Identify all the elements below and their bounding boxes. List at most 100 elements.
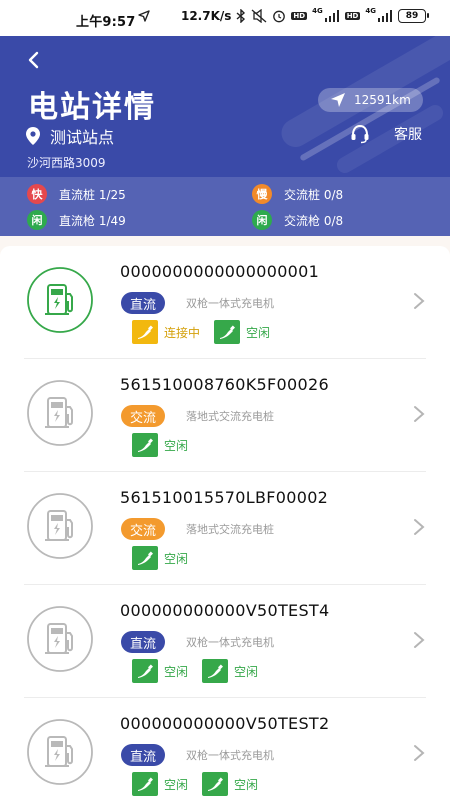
gun-status-group: 连接中 空闲 [132,320,270,344]
gun-status-group: 空闲 [132,546,188,570]
idle-badge: 闲 [252,210,272,230]
charger-list-item[interactable]: 000000000000V50TEST4 直流 双枪一体式充电机空闲 空闲 [0,585,450,698]
chevron-right-icon[interactable] [412,744,426,762]
charger-type-tag: 直流 [121,744,165,766]
gun-status-group: 空闲 空闲 [132,772,258,796]
charger-description: 双枪一体式充电机 [186,636,274,649]
distance-navigate-button[interactable]: 12591km [318,88,423,112]
station-address: 沙河西路3009 [27,156,106,170]
chevron-right-icon[interactable] [412,405,426,423]
page-title: 电站详情 [28,90,156,125]
charger-type-tag: 直流 [121,292,165,314]
distance-value: 12591km [354,93,411,107]
idle-badge: 闲 [27,210,47,230]
bluetooth-icon [236,9,246,23]
gun-status: 空闲 [132,433,188,457]
navigate-arrow-icon [331,93,345,107]
charging-gun-icon [202,659,229,683]
gun-status-label: 空闲 [164,438,189,453]
battery-icon: 89 [398,9,429,23]
stat-label: 交流枪 0/8 [284,213,344,228]
charger-code: 000000000000V50TEST2 [120,714,330,733]
location-pin-icon [26,127,40,145]
stat-label: 交流桩 0/8 [284,187,344,202]
charger-list-item[interactable]: 561510008760K5F00026 交流 落地式交流充电桩空闲 [0,359,450,472]
pile-stats-panel: 快 直流桩 1/25 慢 交流桩 0/8 闲 直流枪 1/49 闲 交流枪 0/… [0,177,450,236]
hd-badge-2: HD [344,12,361,20]
station-name: 测试站点 [50,128,115,147]
gun-status: 空闲 [202,772,258,796]
gun-status-label: 空闲 [234,664,259,679]
hd-badge: HD [291,12,308,20]
station-name-row: 测试站点 [26,124,114,148]
customer-service-button[interactable]: 客服 [350,124,422,144]
network-4g-label-2: 4G [365,7,376,15]
charger-description: 双枪一体式充电机 [186,749,274,762]
charger-code: 561510008760K5F00026 [120,375,329,394]
signal-icon-2 [378,10,392,22]
stat-label: 直流枪 1/49 [59,213,126,228]
charger-pile-icon [26,379,94,447]
charger-list-item[interactable]: 000000000000V50TEST2 直流 双枪一体式充电机空闲 空闲 [0,698,450,800]
net-speed: 12.7K/s [180,9,232,23]
gun-status: 空闲 [214,320,270,344]
charging-gun-icon [132,772,158,796]
charger-pile-icon [26,492,94,560]
mute-icon [251,9,267,23]
gun-status: 空闲 [132,772,188,796]
gun-status-label: 连接中 [164,325,201,340]
gun-status: 空闲 [132,546,188,570]
charger-code: 000000000000V50TEST4 [120,601,330,620]
stat-dc-pile: 快 直流桩 1/25 [27,184,126,204]
charger-pile-icon [26,605,94,673]
charging-gun-icon [132,433,158,457]
stat-ac-pile: 慢 交流桩 0/8 [252,184,343,204]
gun-status-label: 空闲 [164,551,189,566]
charger-pile-icon [26,266,94,334]
gun-status: 空闲 [132,659,188,683]
stat-dc-gun: 闲 直流枪 1/49 [27,210,126,230]
charging-gun-icon [132,546,158,570]
chevron-right-icon[interactable] [412,518,426,536]
charger-description: 双枪一体式充电机 [186,297,274,310]
chevron-right-icon[interactable] [412,631,426,649]
slow-badge: 慢 [252,184,272,204]
battery-level: 89 [405,11,419,21]
charging-gun-icon [132,320,158,344]
chevron-right-icon[interactable] [412,292,426,310]
gun-status: 空闲 [202,659,258,683]
charger-type-tag: 交流 [121,405,165,427]
headset-icon [351,124,369,144]
location-arrow-icon [138,10,150,22]
charger-list: 0000000000000000001 直流 双枪一体式充电机 连接中 空闲 561510… [0,246,450,800]
charger-list-item[interactable]: 561510015570LBF00002 交流 落地式交流充电桩空闲 [0,472,450,585]
charging-gun-icon [132,659,158,683]
stat-label: 直流桩 1/25 [59,187,126,202]
back-arrow-icon[interactable] [22,48,46,72]
charger-description: 落地式交流充电桩 [186,410,274,423]
customer-service-label: 客服 [394,127,422,143]
charger-pile-icon [26,718,94,786]
fast-badge: 快 [27,184,47,204]
charger-code: 0000000000000000001 [120,262,320,281]
charger-list-item[interactable]: 0000000000000000001 直流 双枪一体式充电机连接中 空闲 [0,246,450,359]
gun-status-label: 空闲 [164,777,189,792]
charging-gun-icon [214,320,241,344]
signal-icon [324,10,339,22]
status-time: 上午9:57 [76,15,136,30]
charger-description: 落地式交流充电桩 [186,523,274,536]
status-bar: 上午9:57 12.7K/s HD 4G HD 4G 89 [0,0,450,36]
gun-status-label: 空闲 [164,664,189,679]
charging-gun-icon [202,772,229,796]
alarm-icon [273,10,286,23]
gun-status-label: 空闲 [234,777,259,792]
gun-status-group: 空闲 [132,433,188,457]
charger-type-tag: 直流 [121,631,165,653]
gun-status: 连接中 [132,320,200,344]
network-4g-label: 4G [312,7,323,15]
gun-status-group: 空闲 空闲 [132,659,258,683]
gun-status-label: 空闲 [246,325,271,340]
charger-type-tag: 交流 [121,518,165,540]
station-header: 电站详情 12591km 测试站点 客服 沙河西路3009 快 直流桩 1/25… [0,36,450,236]
charger-code: 561510015570LBF00002 [120,488,329,507]
